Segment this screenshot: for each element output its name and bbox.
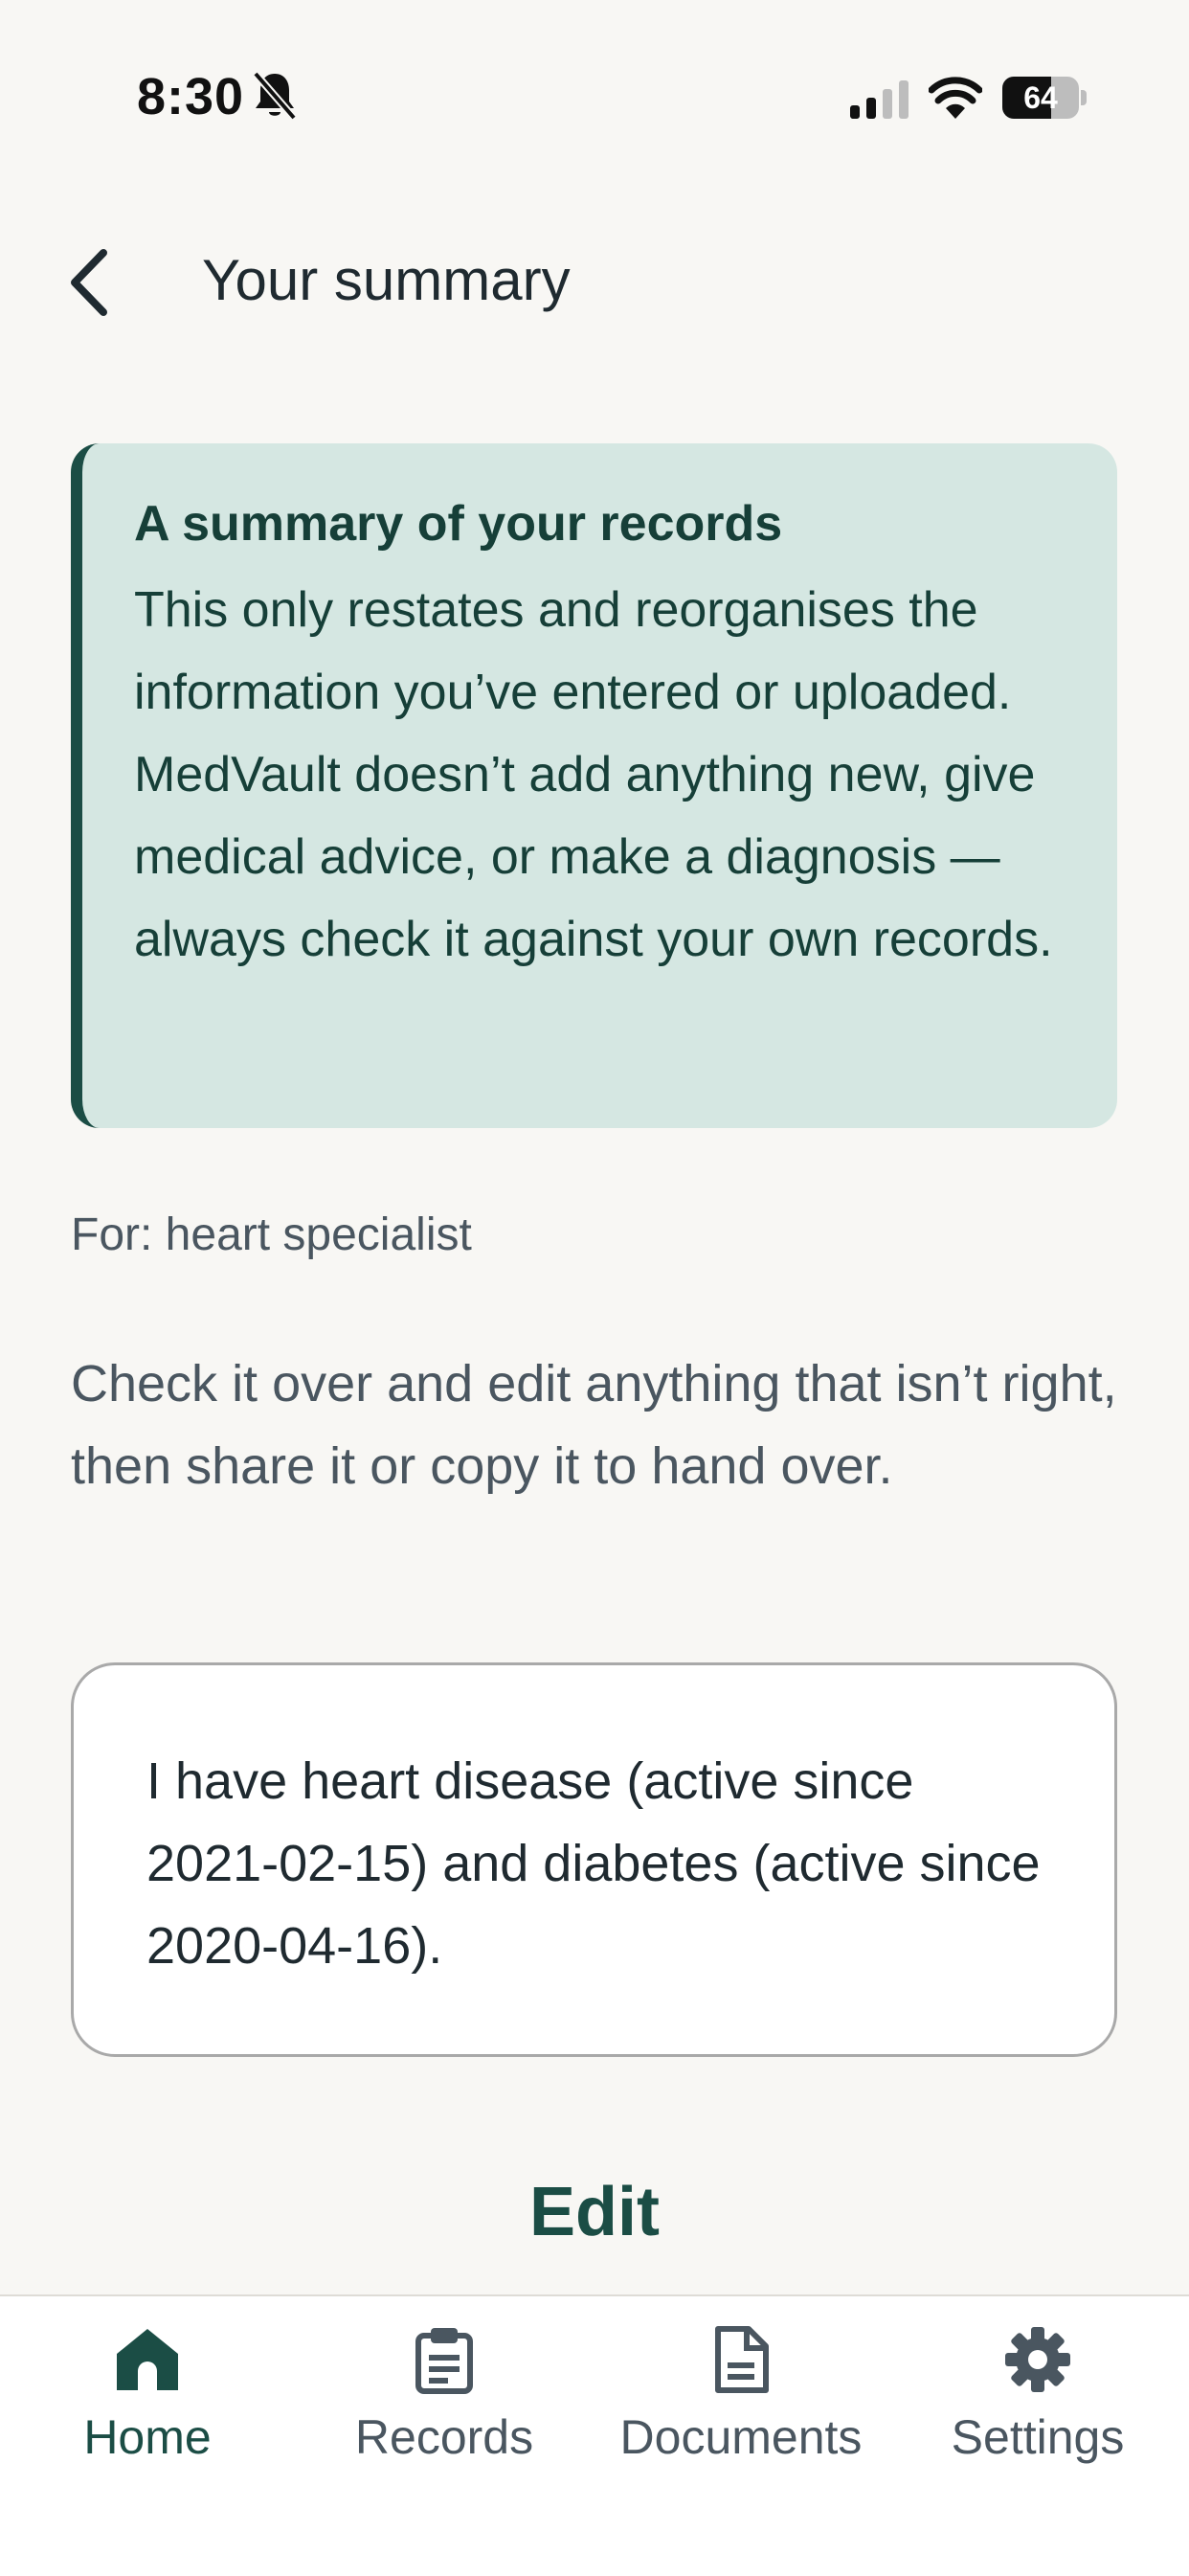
instructions-text: Check it over and edit anything that isn… (71, 1355, 1117, 1495)
cellular-signal-icon (850, 80, 909, 119)
edit-button[interactable]: Edit (403, 2155, 786, 2270)
tab-documents-label: Documents (619, 2410, 863, 2464)
summary-text: I have heart disease (active since 2021-… (146, 1752, 1041, 1975)
wifi-icon (929, 77, 982, 119)
bottom-tab-bar: Home Records Documents Settings (0, 2294, 1189, 2576)
battery-percent: 64 (1023, 80, 1058, 115)
chevron-left-icon (71, 249, 107, 316)
status-time: 8:30 (137, 68, 245, 125)
tab-records-label: Records (354, 2410, 534, 2464)
tab-settings-label: Settings (951, 2410, 1125, 2464)
battery-indicator: 64 (1002, 77, 1087, 119)
status-bar: 8:30 64 (0, 0, 1189, 192)
page-title: Your summary (202, 248, 571, 312)
info-callout: A summary of your records This only rest… (71, 443, 1117, 1128)
document-icon (715, 2326, 769, 2393)
bell-muted-icon (252, 71, 298, 121)
summary-card: I have heart disease (active since 2021-… (71, 1662, 1117, 2057)
back-button[interactable] (48, 239, 134, 326)
recipient-label: For: heart specialist (71, 1209, 472, 1260)
tab-home[interactable]: Home (4, 2325, 291, 2469)
tab-documents[interactable]: Documents (597, 2325, 885, 2469)
gear-icon (1005, 2327, 1070, 2392)
tab-records[interactable]: Records (301, 2325, 588, 2469)
home-icon (117, 2329, 178, 2390)
callout-body: This only restates and reorganises the i… (134, 582, 1053, 968)
tab-home-label: Home (83, 2410, 212, 2464)
clipboard-icon (415, 2328, 473, 2394)
tab-settings[interactable]: Settings (894, 2325, 1181, 2469)
page-header: Your summary (0, 220, 1189, 335)
callout-title: A summary of your records (134, 496, 783, 552)
